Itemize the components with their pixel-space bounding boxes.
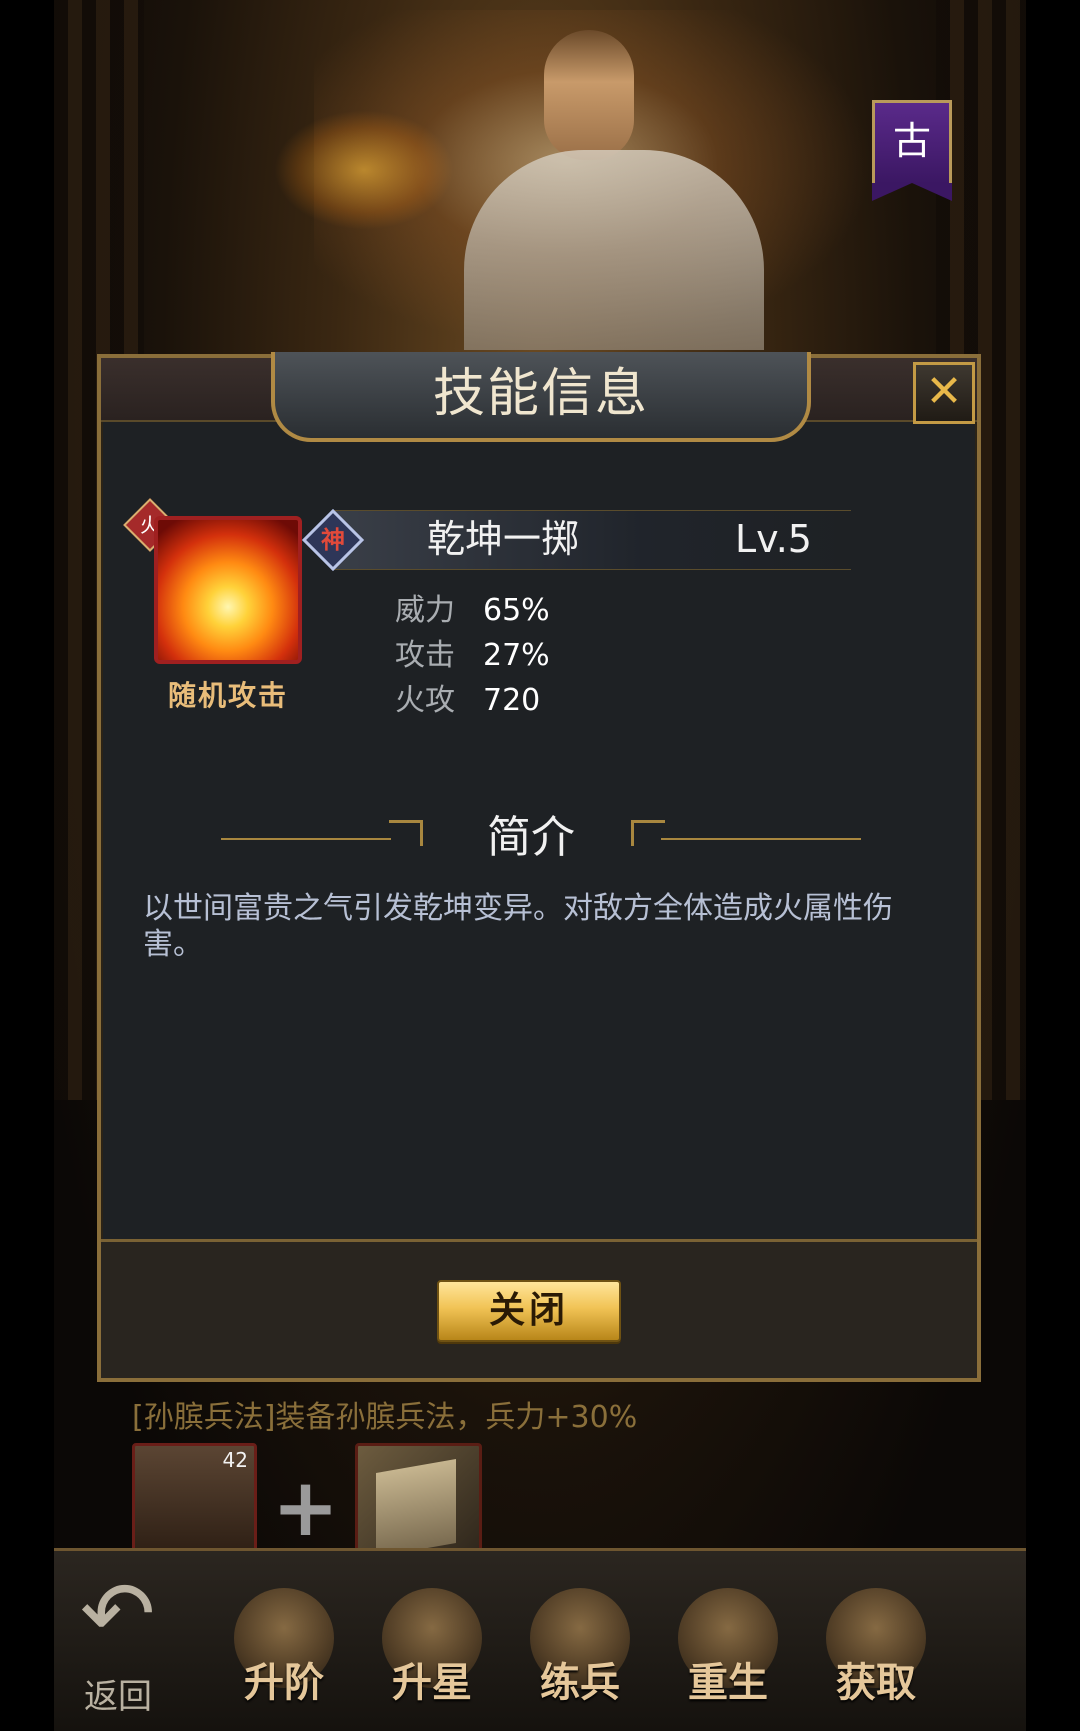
close-button[interactable]: 关闭 (437, 1280, 621, 1342)
golden-dragon-effect (274, 110, 454, 230)
nav-rebirth-button[interactable]: 重生 (664, 1588, 792, 1718)
skill-stats: 威力 65% 攻击 27% 火攻 720 (395, 588, 550, 723)
back-button[interactable]: ↶ 返回 (70, 1562, 180, 1718)
stat-label: 火攻 (395, 683, 455, 718)
hero-head (544, 30, 634, 160)
skill-name: 乾坤一掷 (427, 517, 580, 561)
skill-level: Lv.5 (735, 517, 812, 561)
back-arrow-icon: ↶ (80, 1562, 156, 1667)
divider-right (661, 838, 861, 840)
nav-obtain-button[interactable]: 获取 (812, 1588, 940, 1718)
skill-type-label: 随机攻击 (167, 679, 288, 712)
stat-value: 65% (483, 593, 550, 628)
equip-hint-text: [孙膑兵法]装备孙膑兵法，兵力+30% (132, 1400, 638, 1435)
stat-row-power: 威力 65% (395, 588, 550, 633)
nav-rebirth-label: 重生 (688, 1659, 768, 1706)
title-plate: 技能信息 (271, 352, 811, 442)
nav-star-up-label: 升星 (392, 1659, 472, 1706)
stat-label: 威力 (395, 593, 455, 628)
skill-info-dialog: 技能信息 ✕ 火 随机攻击 神 乾坤一掷 Lv.5 威力 65% 攻击 27% 火攻… (97, 352, 981, 1382)
general-avatar[interactable]: 42 (132, 1443, 257, 1565)
nav-star-up-button[interactable]: 升星 (368, 1588, 496, 1718)
intro-heading-row: 简介 (101, 808, 977, 868)
rarity-banner: 古 (872, 100, 952, 201)
close-icon[interactable]: ✕ (913, 362, 975, 424)
dialog-title: 技能信息 (432, 364, 649, 424)
fret-ornament-right-icon (631, 820, 665, 846)
nav-advance-button[interactable]: 升阶 (220, 1588, 348, 1718)
nav-train-button[interactable]: 练兵 (516, 1588, 644, 1718)
dialog-footer: 关闭 (101, 1239, 977, 1378)
stat-value: 27% (483, 638, 550, 673)
nav-advance-label: 升阶 (244, 1659, 324, 1706)
plus-icon: + (272, 1461, 340, 1554)
stat-value: 720 (483, 683, 541, 718)
hero-robe (464, 150, 764, 350)
fire-skill-icon (154, 516, 302, 664)
stat-row-attack: 攻击 27% (395, 633, 550, 678)
back-label: 返回 (84, 1677, 152, 1717)
avatar-level: 42 (222, 1448, 248, 1472)
nav-train-label: 练兵 (540, 1659, 620, 1706)
nav-obtain-label: 获取 (836, 1659, 916, 1706)
divider-left (221, 838, 391, 840)
stat-label: 攻击 (395, 638, 455, 673)
fret-ornament-left-icon (389, 820, 423, 846)
divine-tier-glyph: 神 (321, 526, 345, 554)
intro-heading: 简介 (487, 812, 575, 863)
skill-description: 以世间富贵之气引发乾坤变异。对敌方全体造成火属性伤害。 (143, 891, 893, 962)
stat-row-fire-attack: 火攻 720 (395, 678, 550, 723)
